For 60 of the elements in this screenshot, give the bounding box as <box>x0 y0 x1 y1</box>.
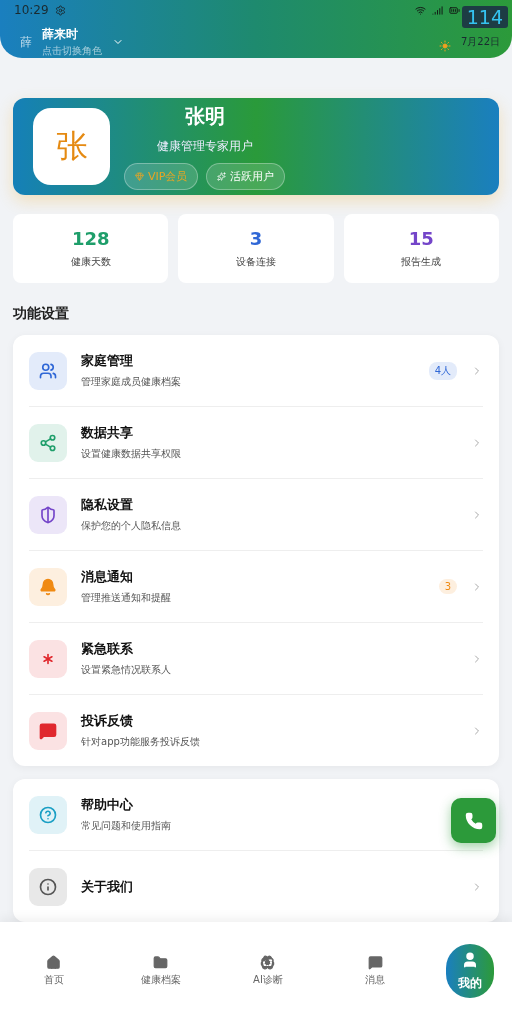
folder-icon <box>153 955 169 970</box>
count-badge: 3 <box>438 579 457 594</box>
setting-icon <box>39 433 57 452</box>
setting-description: 设置健康数据共享权限 <box>81 447 181 461</box>
signal-icon <box>432 4 443 16</box>
nav-tab[interactable]: 首页 <box>17 955 90 987</box>
nav-tab[interactable]: 消息 <box>339 955 412 987</box>
setting-title[interactable]: 帮助中心 <box>81 796 133 814</box>
member-tag: VIP会员 <box>124 163 199 190</box>
phone-icon <box>464 811 483 830</box>
setting-title[interactable]: 投诉反馈 <box>81 712 133 730</box>
member-tag: 活跃用户 <box>206 163 286 190</box>
section-title: 功能设置 <box>13 305 70 323</box>
setting-title[interactable]: 关于我们 <box>81 877 133 896</box>
chat-icon <box>367 955 383 970</box>
setting-description: 设置紧急情况联系人 <box>81 663 171 677</box>
setting-icon <box>39 577 57 596</box>
overlay-counter: 114 <box>461 6 508 28</box>
stat-label: 报告生成 <box>401 255 442 269</box>
setting-icon <box>39 505 57 524</box>
home-icon <box>46 955 62 970</box>
stat-value: 3 <box>249 228 263 249</box>
setting-title[interactable]: 隐私设置 <box>81 496 133 514</box>
setting-description: 保护您的个人隐私信息 <box>81 519 181 533</box>
wifi-icon <box>415 4 426 16</box>
sparkles-icon <box>217 172 227 181</box>
setting-description: 管理家庭成员健康档案 <box>81 375 181 389</box>
user-name[interactable]: 薛来时 <box>42 26 102 43</box>
switch-role-hint: 点击切换角色 <box>42 44 102 58</box>
profile-subtitle: 健康管理专家用户 <box>156 138 253 155</box>
battery-icon <box>449 4 460 16</box>
avatar: 张 <box>33 108 110 185</box>
status-time: 10:29 <box>14 3 49 17</box>
nav-tab[interactable]: 我的 <box>446 944 495 998</box>
setting-title[interactable]: 家庭管理 <box>81 352 133 370</box>
profile-name: 张明 <box>184 103 225 130</box>
setting-icon <box>39 877 57 896</box>
nav-tab[interactable]: AI诊断 <box>231 955 304 987</box>
stat-value: 128 <box>71 228 110 249</box>
setting-title[interactable]: 消息通知 <box>81 568 133 586</box>
count-badge: 4人 <box>428 361 457 380</box>
setting-icon <box>39 361 57 380</box>
setting-description: 针对app功能服务投诉反馈 <box>81 735 200 749</box>
setting-title[interactable]: 紧急联系 <box>81 640 133 658</box>
brain-icon <box>260 955 276 970</box>
nav-tab[interactable]: 健康档案 <box>124 955 197 987</box>
settings-icon <box>54 4 66 16</box>
call-button[interactable] <box>451 798 496 843</box>
date-label: 7月22日 <box>460 35 500 49</box>
avatar-letter: 薛 <box>20 33 32 51</box>
setting-icon <box>39 721 57 740</box>
setting-title[interactable]: 数据共享 <box>81 424 133 442</box>
stat-label: 健康天数 <box>70 255 111 269</box>
setting-description: 管理推送通知和提醒 <box>81 591 171 605</box>
stat-label: 设备连接 <box>236 255 276 269</box>
setting-icon <box>39 805 57 824</box>
setting-description: 常见问题和使用指南 <box>81 819 171 833</box>
stat-value: 15 <box>408 228 434 249</box>
gem-icon <box>135 172 144 181</box>
sun-icon <box>438 40 451 52</box>
